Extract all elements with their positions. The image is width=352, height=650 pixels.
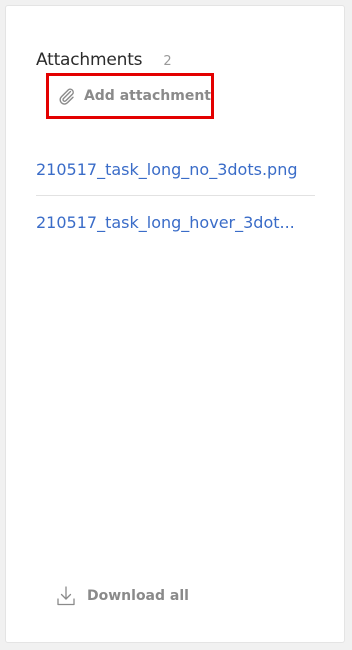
attachments-count: 2 <box>163 54 172 69</box>
attachment-file-link[interactable]: 210517_task_long_no_3dots.png <box>36 160 298 179</box>
attachment-file-link[interactable]: 210517_task_long_hover_3dot... <box>36 213 295 232</box>
add-attachment-button[interactable]: Add attachment <box>46 73 214 119</box>
attachment-item[interactable]: 210517_task_long_hover_3dot... <box>36 196 315 248</box>
download-all-button[interactable]: Download all <box>56 584 189 608</box>
attachment-list: 210517_task_long_no_3dots.png 210517_tas… <box>36 143 315 248</box>
attachment-item[interactable]: 210517_task_long_no_3dots.png <box>36 143 315 195</box>
attachments-panel: Attachments 2 Add attachment 210517_task… <box>5 5 345 643</box>
attachments-title: Attachments <box>36 50 143 70</box>
download-all-label: Download all <box>87 588 189 604</box>
attachments-header: Attachments 2 <box>36 50 172 70</box>
paperclip-icon <box>58 86 77 106</box>
add-attachment-label: Add attachment <box>83 88 211 104</box>
download-icon <box>56 584 76 608</box>
